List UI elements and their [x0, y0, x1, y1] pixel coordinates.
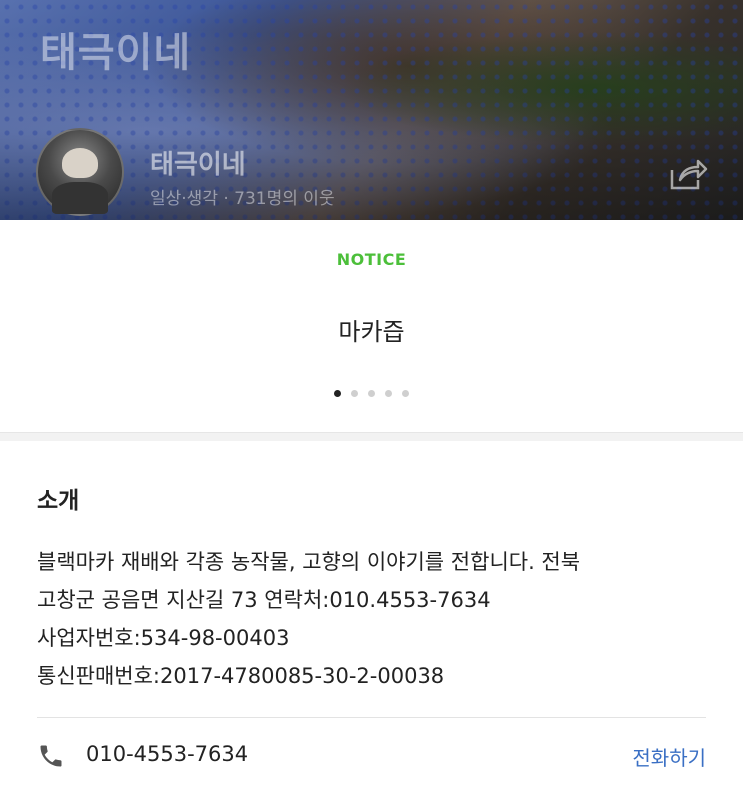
pagination-dot[interactable] — [334, 390, 341, 397]
intro-line: 통신판매번호:2017-4780085-30-2-00038 — [37, 664, 445, 688]
intro-section: 소개 블랙마카 재배와 각종 농작물, 고향의 이야기를 전합니다. 전북 고창… — [0, 441, 743, 695]
phone-number: 010-4553-7634 — [86, 742, 249, 766]
pagination-dot[interactable] — [368, 390, 375, 397]
blog-meta: 일상·생각 · 731명의 이웃 — [150, 189, 335, 209]
cover-image: 태극이네 태극이네 일상·생각 · 731명의 이웃 — [0, 0, 743, 220]
intro-heading: 소개 — [37, 488, 80, 514]
cover-title: 태극이네 — [40, 30, 192, 76]
intro-line: 고창군 공음면 지산길 73 연락처:010.4553-7634 — [37, 588, 491, 612]
phone-icon — [40, 745, 62, 767]
notice-title[interactable]: 마카즙 — [0, 312, 743, 347]
avatar[interactable] — [36, 128, 124, 216]
notice-pagination — [0, 390, 743, 397]
intro-body: 블랙마카 재배와 각종 농작물, 고향의 이야기를 전합니다. 전북 고창군 공… — [37, 543, 706, 695]
share-button[interactable] — [668, 158, 708, 192]
intro-line: 사업자번호:534-98-00403 — [37, 626, 290, 650]
pagination-dot[interactable] — [402, 390, 409, 397]
blog-name[interactable]: 태극이네 — [150, 144, 246, 181]
call-button[interactable]: 전화하기 — [632, 742, 706, 771]
pagination-dot[interactable] — [385, 390, 392, 397]
notice-section[interactable]: NOTICE 마카즙 — [0, 220, 743, 433]
section-divider — [0, 433, 743, 441]
notice-tag: NOTICE — [336, 250, 407, 269]
phone-row: 010-4553-7634 전화하기 — [0, 718, 743, 792]
pagination-dot[interactable] — [351, 390, 358, 397]
share-icon — [670, 159, 708, 190]
intro-line: 블랙마카 재배와 각종 농작물, 고향의 이야기를 전합니다. 전북 — [37, 550, 581, 574]
